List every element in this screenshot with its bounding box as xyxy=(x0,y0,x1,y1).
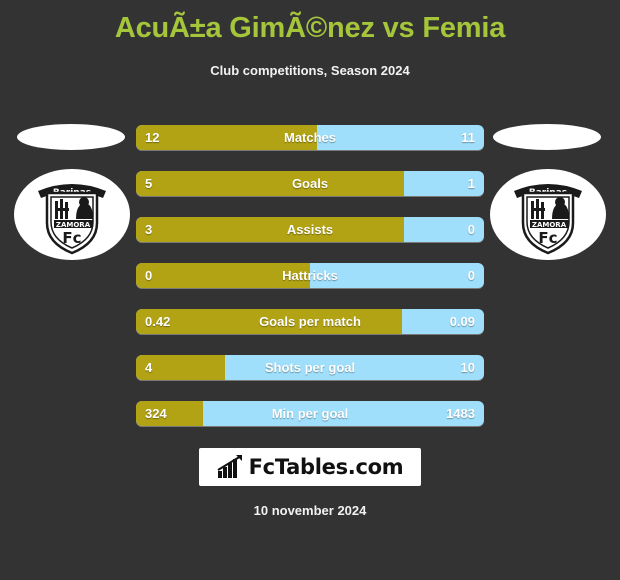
stat-away-value: 0 xyxy=(467,222,475,237)
stat-row: 324 Min per goal 1483 xyxy=(136,401,484,426)
svg-text:Fc: Fc xyxy=(538,229,557,247)
stat-away-value: 1483 xyxy=(446,406,475,421)
svg-text:ZAMORA: ZAMORA xyxy=(56,221,91,229)
stat-away-value: 10 xyxy=(460,360,475,375)
stat-away-value: 0.09 xyxy=(449,314,475,329)
zamora-fc-crest-icon: Barinas ZAMORA Fc xyxy=(38,184,106,255)
stat-label: Shots per goal xyxy=(264,360,356,375)
crest-disc: Barinas ZAMORA Fc xyxy=(14,169,130,260)
svg-text:ZAMORA: ZAMORA xyxy=(532,221,567,229)
stat-row: 0 Hattricks 0 xyxy=(136,263,484,288)
bar-chart-growth-icon xyxy=(217,455,242,478)
crest-shine-ellipse xyxy=(17,124,125,150)
brand-text: FcTables.com xyxy=(248,455,404,479)
stat-label: Goals per match xyxy=(259,314,361,329)
stat-rows-container: 12 Matches 11 5 Goals 1 3 Assists 0 0 Ha… xyxy=(136,125,484,447)
stat-row: 5 Goals 1 xyxy=(136,171,484,196)
svg-text:Fc: Fc xyxy=(62,229,81,247)
stat-away-value: 1 xyxy=(467,176,475,191)
page-subtitle: Club competitions, Season 2024 xyxy=(210,63,410,78)
crest-shine-ellipse xyxy=(493,124,601,150)
page-title: AcuÃ±a GimÃ©nez vs Femia xyxy=(114,12,506,44)
crest-disc: Barinas ZAMORA Fc xyxy=(490,169,606,260)
report-date: 10 november 2024 xyxy=(253,503,367,518)
stat-row: 4 Shots per goal 10 xyxy=(136,355,484,380)
stat-row: 0.42 Goals per match 0.09 xyxy=(136,309,484,334)
stat-comparison-page: AcuÃ±a GimÃ©nez vs Femia Club competitio… xyxy=(0,0,620,580)
stat-row: 3 Assists 0 xyxy=(136,217,484,242)
stat-label: Hattricks xyxy=(282,268,338,283)
stat-label: Matches xyxy=(283,130,337,145)
home-club-crest: Barinas ZAMORA Fc xyxy=(14,124,130,260)
stat-row: 12 Matches 11 xyxy=(136,125,484,150)
zamora-fc-crest-icon: Barinas ZAMORA Fc xyxy=(514,184,582,255)
stat-label: Goals xyxy=(291,176,329,191)
stat-label: Min per goal xyxy=(271,406,349,421)
fctables-brand-logo: FcTables.com xyxy=(199,448,421,486)
stat-away-value: 11 xyxy=(461,130,475,145)
stat-label: Assists xyxy=(286,222,334,237)
stat-away-value: 0 xyxy=(467,268,475,283)
away-club-crest: Barinas ZAMORA Fc xyxy=(490,124,606,260)
